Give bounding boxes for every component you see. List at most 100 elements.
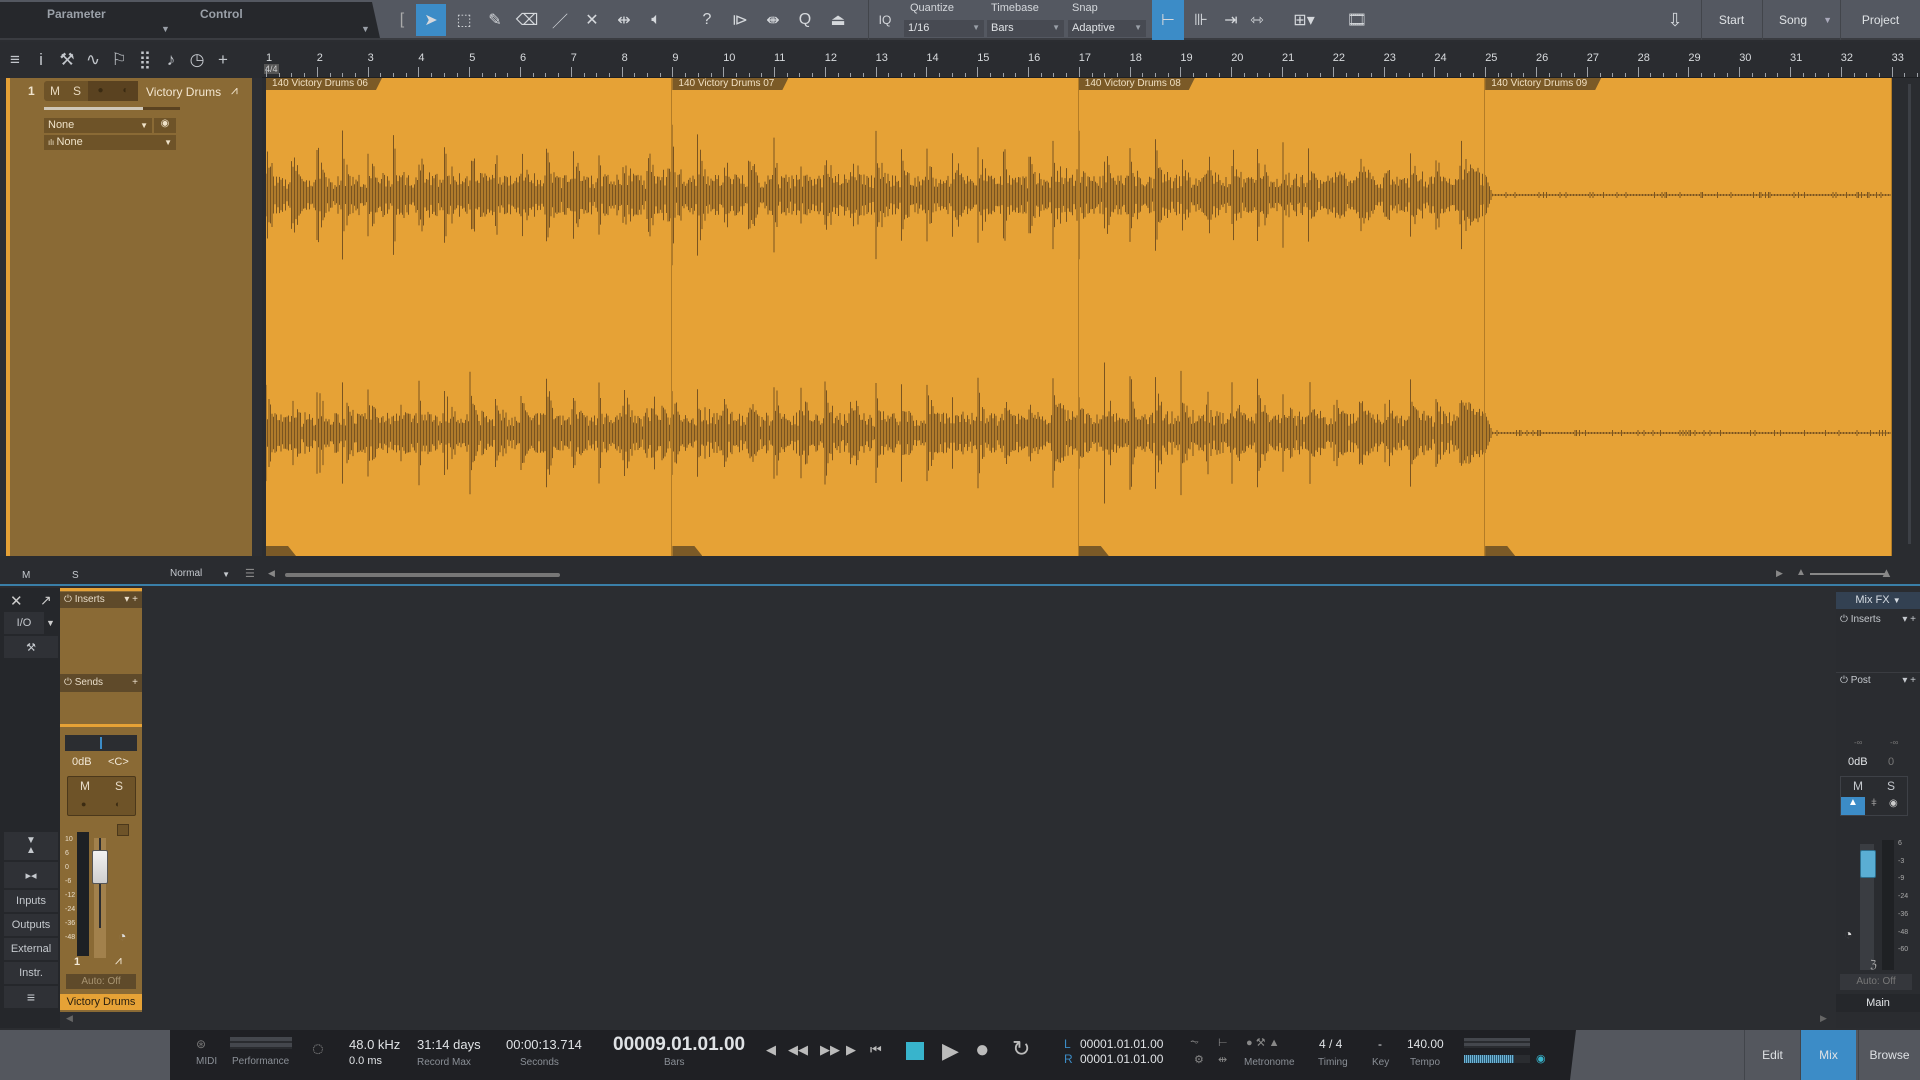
eraser-tool-icon[interactable]: ⌫: [512, 4, 542, 36]
main-pan-readout[interactable]: 0: [1888, 756, 1894, 768]
mixer-menu-icon[interactable]: ≡: [4, 986, 58, 1008]
scroll-left-icon[interactable]: ◀: [268, 568, 275, 579]
footer-mute-button[interactable]: M: [22, 570, 30, 581]
monitor-toggle-icon[interactable]: ◉: [154, 118, 176, 133]
arrange-view[interactable]: 140 Victory Drums 06 140 Victory Drums 07…: [262, 78, 1920, 556]
narrow-strips-icon[interactable]: ▸◂: [4, 862, 58, 888]
timebase-select[interactable]: Bars ▼: [987, 20, 1064, 37]
groove-icon[interactable]: ⏏: [823, 4, 853, 36]
channel-name-label[interactable]: Victory Drums: [60, 994, 142, 1010]
key-value[interactable]: -: [1378, 1037, 1382, 1051]
stop-button[interactable]: [906, 1042, 924, 1060]
main-input-icon[interactable]: ǂ: [1871, 798, 1877, 809]
audio-clip[interactable]: 140 Victory Drums 07: [672, 78, 1079, 556]
precount-icon[interactable]: ⏦: [1190, 1036, 1199, 1049]
audio-clip[interactable]: 140 Victory Drums 08: [1078, 78, 1486, 556]
wrench-icon[interactable]: ⚒: [58, 50, 76, 70]
listen-tool-icon[interactable]: 🔈︎: [641, 4, 671, 36]
add-track-icon[interactable]: +: [214, 50, 232, 70]
main-automation-button[interactable]: Auto: Off: [1840, 974, 1912, 990]
volume-fader[interactable]: [92, 850, 108, 884]
parameter-dropdown[interactable]: ▼: [161, 24, 170, 34]
expand-vertical-icon[interactable]: ▼ ▲: [4, 832, 58, 860]
footer-solo-button[interactable]: S: [72, 570, 79, 581]
volume-readout[interactable]: 0dB: [72, 756, 92, 768]
inputs-button[interactable]: Inputs: [4, 890, 58, 912]
mute-tool-icon[interactable]: ✕: [577, 4, 607, 36]
chord-icon[interactable]: ⣿: [136, 50, 154, 70]
loop-end[interactable]: 00001.01.01.00: [1080, 1052, 1163, 1066]
post-header[interactable]: ⏻ Post ▾ +: [1836, 672, 1920, 688]
channel-solo-button[interactable]: S: [115, 779, 123, 793]
zoom-slider[interactable]: [1810, 573, 1886, 575]
paint-tool-icon[interactable]: ／: [545, 4, 575, 36]
pan-slider[interactable]: [65, 735, 137, 751]
inserts-header[interactable]: ⏻ Inserts ▾ +: [60, 592, 142, 608]
fast-forward-icon[interactable]: ▶▶: [820, 1042, 840, 1058]
view-tab-edit[interactable]: Edit: [1744, 1030, 1800, 1080]
main-inserts-header[interactable]: ⏻ Inserts ▾ +: [1836, 612, 1920, 628]
instr-button[interactable]: Instr.: [4, 962, 58, 984]
video-icon[interactable]: 🎞︎: [1342, 4, 1372, 36]
split-snap-icon[interactable]: ⇿: [1242, 4, 1272, 36]
channel-monitor-icon[interactable]: ◐: [115, 799, 120, 809]
marker-icon[interactable]: ⚐: [110, 50, 128, 70]
tempo-icon[interactable]: ◷: [188, 50, 206, 70]
autopunch-icon[interactable]: ⇹: [1218, 1053, 1227, 1066]
track-mute-button[interactable]: M: [44, 81, 66, 101]
outputs-button[interactable]: Outputs: [4, 914, 58, 936]
metronome-dot-icon[interactable]: ● ⚒ ▲: [1246, 1036, 1280, 1049]
snap-to-grid-icon[interactable]: ⊢: [1152, 0, 1184, 40]
zoom-q-icon[interactable]: Q: [790, 4, 820, 36]
seconds-time[interactable]: 00:00:13.714: [506, 1037, 582, 1052]
track-mode-select[interactable]: Normal ▼: [160, 568, 234, 582]
record-arm-button[interactable]: ●: [88, 81, 113, 101]
help-icon[interactable]: ?: [692, 4, 722, 36]
list-icon[interactable]: ☰: [245, 567, 255, 580]
pencil-tool-icon[interactable]: ✎: [480, 4, 510, 36]
main-volume-readout[interactable]: 0dB: [1848, 756, 1868, 768]
detach-icon[interactable]: ↗: [40, 592, 52, 609]
split-tool-icon[interactable]: ⇹: [609, 4, 639, 36]
track-header[interactable]: 1 M S ● ◐ Victory Drums ⩘ None ▼ ◉ ılı No…: [6, 78, 252, 556]
return-to-zero-icon[interactable]: ⏮: [870, 1042, 882, 1058]
channel-mute-button[interactable]: M: [80, 779, 90, 793]
audio-clip[interactable]: 140 Victory Drums 06: [266, 78, 673, 556]
horizontal-scrollbar[interactable]: [285, 573, 560, 577]
external-button[interactable]: External: [4, 938, 58, 960]
track-input-select[interactable]: None ▼: [44, 118, 152, 133]
main-link-icon[interactable]: ◉: [1889, 798, 1898, 809]
channel-record-icon[interactable]: ●: [81, 799, 86, 809]
channel-expand-icon[interactable]: [117, 824, 129, 836]
track-volume-slider[interactable]: [44, 107, 180, 110]
download-icon[interactable]: ⇩: [1660, 4, 1690, 36]
monitor-link-icon[interactable]: ◉: [1536, 1052, 1546, 1065]
io-dropdown-icon[interactable]: ▼: [46, 618, 55, 628]
master-volume-slider[interactable]: [1464, 1055, 1530, 1063]
prev-marker-icon[interactable]: ◀: [766, 1042, 776, 1058]
view-tab-mix[interactable]: Mix: [1800, 1030, 1856, 1080]
mixer-scroll-left-icon[interactable]: ◀: [66, 1013, 73, 1024]
scroll-right-icon[interactable]: ▶: [1776, 568, 1783, 579]
snap-select[interactable]: Adaptive ▼: [1068, 20, 1146, 37]
sends-header[interactable]: ⏻ Sends +: [60, 674, 142, 692]
audio-bend-icon[interactable]: ⧐: [725, 4, 755, 36]
song-tab[interactable]: Song ▼: [1762, 0, 1840, 40]
automation-icon[interactable]: ∿: [84, 50, 102, 70]
timeline-ruler[interactable]: 4/4 1 2 3 4 5 6 7 8 9 10 11 12 13 14 15 16 17 18 19 20 21 22 2…: [262, 42, 1920, 78]
clip-gain-handle[interactable]: [672, 546, 703, 556]
view-tab-browse[interactable]: Browse: [1858, 1030, 1920, 1080]
main-pan-knob-icon[interactable]: ◔: [1844, 926, 1852, 942]
loop-start[interactable]: 00001.01.01.00: [1080, 1037, 1163, 1051]
arrow-tool-icon[interactable]: ➤: [416, 4, 446, 36]
clip-gain-handle[interactable]: [1485, 546, 1516, 556]
project-tab[interactable]: Project: [1840, 0, 1920, 40]
loop-button[interactable]: ↻: [1012, 1036, 1030, 1062]
metronome-output-icon[interactable]: ▲: [1841, 797, 1865, 815]
pan-knob-icon[interactable]: ◔: [118, 928, 126, 944]
main-mute-button[interactable]: M: [1853, 779, 1863, 793]
mix-fx-select[interactable]: Mix FX ▼: [1836, 592, 1920, 609]
settings-gear-icon[interactable]: ⚙: [1194, 1053, 1204, 1066]
range-tool-icon[interactable]: ⬚: [449, 4, 479, 36]
arranger-icon[interactable]: ♪: [162, 50, 180, 70]
